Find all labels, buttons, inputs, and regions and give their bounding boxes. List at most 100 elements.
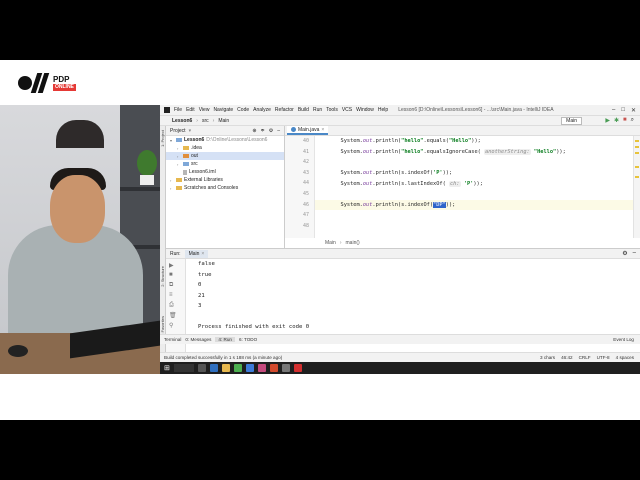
menu-analyze[interactable]: Analyze [253, 107, 271, 113]
file-explorer-icon[interactable] [221, 364, 230, 372]
tree-item[interactable]: ▾ Lesson6 D:\Online\Lessons\Lesson6 [166, 136, 284, 144]
stop-run-icon[interactable]: ■ [169, 272, 173, 278]
line-number: 48 [302, 222, 309, 229]
debug-icon[interactable]: ✱ [614, 117, 619, 124]
chrome-icon[interactable] [233, 364, 242, 372]
telegram-icon[interactable] [245, 364, 254, 372]
nav-crumb-main[interactable]: Main [218, 118, 229, 124]
run-icon[interactable]: ▶ [605, 117, 610, 124]
tree-item[interactable]: Lesson6.iml [166, 168, 284, 176]
chevron-right-icon[interactable]: › [177, 162, 181, 167]
event-log-button[interactable]: Event Log [613, 337, 634, 342]
maximize-icon[interactable]: □ [621, 107, 625, 114]
menu-vcs[interactable]: VCS [342, 107, 352, 113]
code-line[interactable]: System. out .println(s.indexOf('P')); [315, 168, 633, 179]
stop-icon[interactable]: ■ [623, 117, 627, 124]
status-bar: Build completed successfully in 1 s 188 … [160, 352, 640, 362]
line-number: 42 [302, 159, 309, 166]
crumb-class[interactable]: Main [325, 240, 336, 246]
hide-icon[interactable]: – [277, 128, 280, 134]
locate-icon[interactable]: ⊕ [252, 128, 256, 134]
taskbar-search[interactable] [173, 364, 194, 372]
tree-item[interactable]: › out [166, 152, 284, 160]
taskbar-app2-icon[interactable] [281, 364, 290, 372]
tab-main-java[interactable]: Main.java × [287, 126, 329, 135]
code-line[interactable] [315, 189, 633, 200]
print-icon[interactable]: ⎙ [169, 302, 174, 309]
chevron-down-icon[interactable]: ▾ [189, 128, 192, 134]
code-line[interactable] [315, 210, 633, 221]
menu-refactor[interactable]: Refactor [275, 107, 294, 113]
minimize-icon[interactable]: – [612, 107, 615, 114]
code-token: .println( [372, 138, 402, 145]
code-line[interactable]: System. out .println(s.indexOf("DP")); [315, 199, 633, 211]
nav-crumb-project[interactable]: Lesson6 [172, 118, 192, 124]
restore-layout-icon[interactable]: ⧉ [169, 282, 173, 289]
status-caret[interactable]: 46:42 [561, 355, 573, 360]
menu-edit[interactable]: Edit [186, 107, 195, 113]
tree-item[interactable]: › External Libraries [166, 176, 284, 184]
rerun-icon[interactable]: ▶ [169, 262, 174, 269]
pin-icon[interactable]: ⚲ [169, 322, 173, 329]
tool-messages[interactable]: 0: Messages [185, 337, 211, 342]
chevron-right-icon[interactable]: › [170, 178, 174, 183]
tool-run[interactable]: 4: Run [215, 337, 235, 342]
code-line[interactable]: System. out .println("hello" .equalsIgnoreC… [315, 147, 633, 158]
taskbar-app-icon[interactable] [209, 364, 218, 372]
close-icon[interactable]: ✕ [631, 107, 636, 114]
chevron-right-icon[interactable]: › [170, 186, 174, 191]
code-line[interactable]: System. out .println(s.lastIndexOf( ch: 'P… [315, 178, 633, 189]
code-area[interactable]: System. out .println("hello" .equals("Hello… [315, 136, 633, 238]
menu-window[interactable]: Window [356, 107, 374, 113]
powerpoint-icon[interactable] [269, 364, 278, 372]
soft-wrap-icon[interactable]: ≡ [169, 292, 173, 298]
search-icon[interactable]: ⌕ [631, 117, 634, 124]
clear-icon[interactable]: 🗑 [169, 312, 177, 319]
run-config-select[interactable]: Main [561, 117, 582, 125]
code-token: "DP" [433, 201, 446, 208]
menu-help[interactable]: Help [378, 107, 388, 113]
menu-tools[interactable]: Tools [326, 107, 338, 113]
code-line[interactable] [315, 221, 633, 232]
chevron-right-icon[interactable]: › [177, 154, 181, 159]
intellij-taskbar-icon[interactable] [257, 364, 266, 372]
tool-todo[interactable]: 6: TODO [239, 337, 257, 342]
run-tab-main[interactable]: Main × [184, 249, 209, 258]
code-token: System. [315, 170, 363, 177]
tree-item-label: Scratches and Consoles [184, 185, 239, 191]
code-token: System. [315, 138, 363, 145]
run-hide-icon[interactable]: – [633, 250, 636, 257]
status-indent[interactable]: 4 spaces [616, 355, 634, 360]
tool-terminal[interactable]: Terminal [164, 337, 181, 342]
menu-code[interactable]: Code [237, 107, 249, 113]
chevron-right-icon[interactable]: › [177, 146, 181, 151]
tree-item[interactable]: › Scratches and Consoles [166, 184, 284, 192]
recorder-icon[interactable] [293, 364, 302, 372]
project-pane-title[interactable]: Project [170, 128, 186, 134]
status-encoding[interactable]: UTF-8 [597, 355, 610, 360]
run-settings-icon[interactable]: ⚙ [622, 250, 627, 257]
code-token: "Hello" [448, 138, 472, 145]
close-run-tab-icon[interactable]: × [201, 251, 204, 257]
task-view-icon[interactable] [197, 364, 206, 372]
status-selection: 3 chars [540, 355, 556, 360]
menu-file[interactable]: File [174, 107, 182, 113]
chevron-down-icon[interactable]: ▾ [170, 138, 174, 143]
crumb-method[interactable]: main() [346, 240, 360, 246]
menu-navigate[interactable]: Navigate [213, 107, 233, 113]
status-line-sep[interactable]: CRLF [579, 355, 591, 360]
menu-build[interactable]: Build [298, 107, 309, 113]
gear-icon[interactable]: ⚙ [269, 128, 273, 134]
nav-crumb-src[interactable]: src [202, 118, 209, 124]
folder-icon [183, 162, 189, 166]
tree-item[interactable]: › .idea [166, 144, 284, 152]
collapse-icon[interactable]: ≑ [261, 128, 265, 134]
menu-run[interactable]: Run [313, 107, 322, 113]
menu-view[interactable]: View [199, 107, 210, 113]
tree-item-label: Lesson6 [184, 137, 205, 143]
windows-start-icon[interactable]: ⊞ [164, 364, 170, 372]
code-line[interactable] [315, 157, 633, 168]
code-line[interactable]: System. out .println("hello" .equals("Hello… [315, 136, 633, 147]
tree-item[interactable]: › src [166, 160, 284, 168]
close-tab-icon[interactable]: × [321, 127, 324, 133]
